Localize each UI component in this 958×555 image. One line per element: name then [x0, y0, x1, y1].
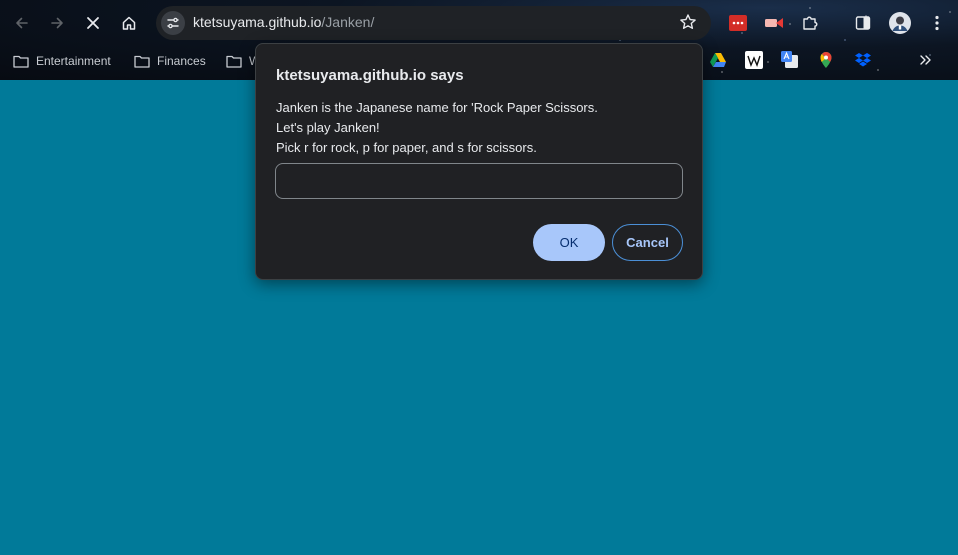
forward-arrow-icon	[51, 17, 63, 29]
bookmark-label: Finances	[157, 54, 206, 68]
folder-icon	[134, 55, 150, 68]
dialog-message: Janken is the Japanese name for 'Rock Pa…	[276, 98, 598, 158]
prompt-dialog: ktetsuyama.github.io says Janken is the …	[255, 43, 703, 280]
google-drive-icon[interactable]	[709, 51, 727, 69]
forward-button[interactable]	[43, 9, 71, 37]
cast-icon	[765, 18, 783, 28]
puzzle-icon	[803, 16, 818, 30]
cast-extension[interactable]	[762, 11, 786, 35]
dialog-message-line: Let's play Janken!	[276, 120, 380, 135]
tune-icon	[167, 17, 179, 29]
back-button[interactable]	[8, 9, 36, 37]
address-bar[interactable]: ktetsuyama.github.io/Janken/	[156, 6, 711, 40]
bookmark-label: Entertainment	[36, 54, 111, 68]
google-maps-icon[interactable]	[817, 51, 835, 69]
ok-button[interactable]: OK	[533, 224, 605, 261]
extensions-button[interactable]	[798, 11, 822, 35]
profile-button[interactable]	[888, 11, 912, 35]
close-icon	[87, 17, 99, 29]
profile-avatar	[889, 12, 911, 34]
chrome-menu-button[interactable]	[925, 11, 949, 35]
folder-icon	[13, 55, 29, 68]
home-icon	[122, 16, 136, 30]
dialog-title: ktetsuyama.github.io says	[276, 67, 464, 84]
home-button[interactable]	[115, 9, 143, 37]
url-host: ktetsuyama.github.io	[193, 14, 322, 30]
bookmark-star-button[interactable]	[679, 13, 697, 36]
side-panel-button[interactable]	[851, 11, 875, 35]
lastpass-icon	[729, 15, 747, 31]
url-text[interactable]: ktetsuyama.github.io/Janken/	[193, 14, 374, 30]
folder-icon	[226, 55, 242, 68]
lastpass-extension[interactable]	[726, 11, 750, 35]
site-info-button[interactable]	[161, 11, 185, 35]
more-bookmarks-icon[interactable]	[917, 51, 935, 69]
url-path: /Janken/	[321, 14, 375, 30]
stop-loading-button[interactable]	[79, 9, 107, 37]
menu-icon	[935, 15, 939, 31]
side-panel-icon	[855, 16, 871, 30]
wikipedia-icon[interactable]	[745, 51, 763, 69]
dialog-message-line: Janken is the Japanese name for 'Rock Pa…	[276, 100, 598, 115]
cancel-button[interactable]: Cancel	[612, 224, 683, 261]
bookmark-folder-finances[interactable]: Finances	[134, 51, 206, 71]
bookmark-folder-entertainment[interactable]: Entertainment	[13, 51, 111, 71]
prompt-input[interactable]	[275, 163, 683, 199]
star-icon	[680, 14, 696, 29]
google-translate-icon[interactable]	[781, 51, 799, 69]
back-arrow-icon	[16, 17, 28, 29]
dialog-message-line: Pick r for rock, p for paper, and s for …	[276, 140, 537, 155]
dropbox-icon[interactable]	[854, 51, 872, 69]
